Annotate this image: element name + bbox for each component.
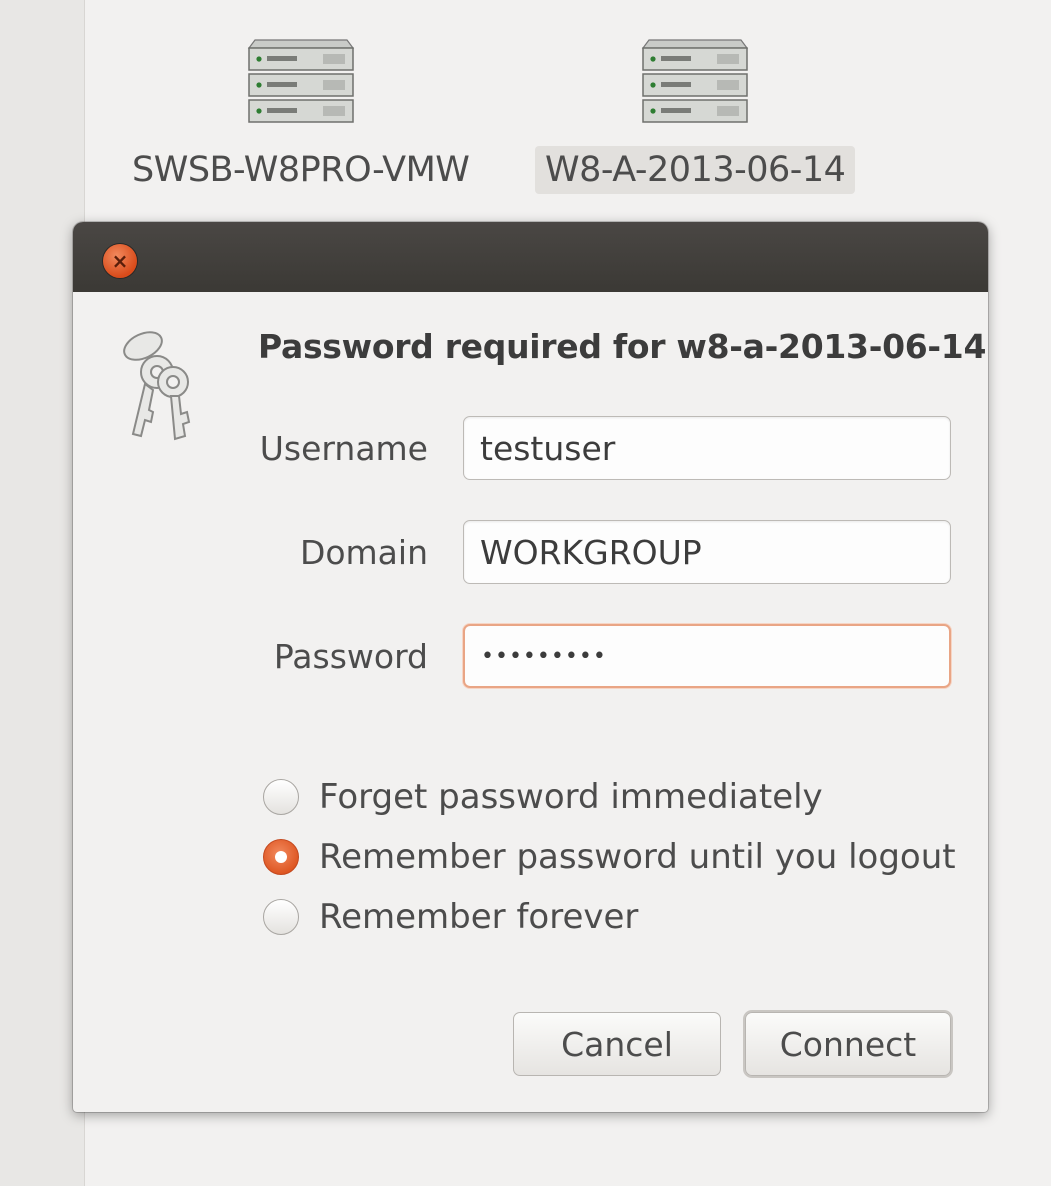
- radio-forget-immediately[interactable]: Forget password immediately: [263, 777, 823, 817]
- network-share-w8-a-2013-06-14[interactable]: W8-A-2013-06-14: [535, 30, 856, 194]
- network-share-swsb-w8pro-vmw[interactable]: SWSB-W8PRO-VMW: [122, 30, 479, 194]
- icon-label: SWSB-W8PRO-VMW: [132, 150, 470, 190]
- password-label: Password: [273, 637, 428, 676]
- username-field[interactable]: testuser: [463, 416, 951, 480]
- keys-icon: [123, 331, 191, 441]
- username-label: Username: [259, 429, 428, 468]
- password-field[interactable]: •••••••••: [463, 624, 951, 688]
- password-dialog: × Password required for w8-a-2013-06-14 …: [73, 222, 988, 1112]
- radio-label: Remember forever: [319, 897, 639, 937]
- cancel-button[interactable]: Cancel: [513, 1012, 721, 1076]
- radio-label: Forget password immediately: [319, 777, 823, 817]
- radio-button[interactable]: [263, 779, 299, 815]
- domain-label: Domain: [299, 533, 428, 572]
- dialog-title: Password required for w8-a-2013-06-14: [258, 327, 987, 366]
- radio-label: Remember password until you logout: [319, 837, 956, 877]
- close-icon[interactable]: ×: [103, 244, 137, 278]
- radio-button[interactable]: [263, 839, 299, 875]
- dialog-titlebar[interactable]: ×: [73, 222, 988, 292]
- server-icon: [642, 39, 749, 123]
- radio-button[interactable]: [263, 899, 299, 935]
- icon-label: W8-A-2013-06-14: [535, 146, 856, 194]
- domain-field[interactable]: WORKGROUP: [463, 520, 951, 584]
- connect-button[interactable]: Connect: [745, 1012, 951, 1076]
- radio-remember-forever[interactable]: Remember forever: [263, 897, 638, 937]
- server-icon: [247, 39, 354, 123]
- radio-remember-until-logout[interactable]: Remember password until you logout: [263, 837, 956, 877]
